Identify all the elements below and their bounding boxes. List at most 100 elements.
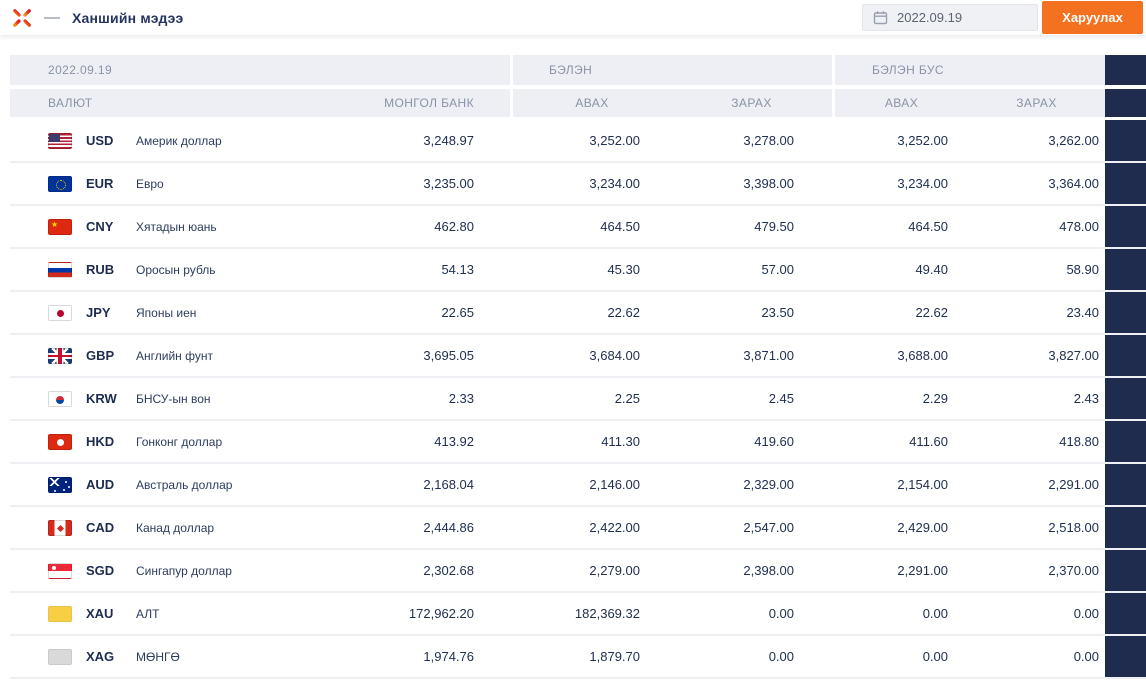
column-header-cash-buy: АВАХ [510,89,671,117]
rate-cash-sell: 0.00 [768,606,794,621]
column-header-currency: ВАЛЮТ [10,89,280,117]
currency-flag-icon [48,433,72,450]
rate-cash-sell: 3,278.00 [743,133,794,148]
table-right-rail [1105,421,1146,462]
rate-cash-buy: 464.50 [600,219,640,234]
currency-flag-icon [48,261,72,278]
rate-noncash-sell: 23.40 [1066,305,1099,320]
table-right-rail [1105,550,1146,591]
currency-name: Хятадын юань [136,219,217,234]
rate-cash-sell: 3,398.00 [743,176,794,191]
currency-flag-icon [48,648,72,665]
show-button[interactable]: Харуулах [1042,1,1143,34]
rate-cash-buy: 2.25 [614,391,640,406]
currency-code: GBP [86,348,115,363]
rate-cash-sell: 2,547.00 [743,520,794,535]
rate-noncash-sell: 58.90 [1066,262,1099,277]
table-right-rail [1105,464,1146,505]
rate-cash-buy: 182,369.32 [574,606,640,621]
rate-cash-sell: 2,398.00 [743,563,794,578]
currency-code: SGD [86,563,115,578]
rate-cash-buy: 1,879.70 [589,649,640,664]
table-right-rail [1105,249,1146,290]
column-header-noncash-buy: АВАХ [832,89,968,117]
currency-name: Америк доллар [136,133,222,148]
rate-cash-buy: 3,252.00 [589,133,640,148]
date-value: 2022.09.19 [897,10,963,25]
currency-flag-icon [48,175,72,192]
table-right-rail [1105,120,1146,161]
rate-noncash-buy: 3,234.00 [897,176,948,191]
currency-name: Австраль доллар [136,477,233,492]
rate-noncash-buy: 2.29 [922,391,948,406]
calendar-icon [873,11,888,25]
table-row: GBP Английн фунт 3,695.05 3,684.00 3,871… [10,335,1146,378]
rate-cash-sell: 419.60 [754,434,794,449]
currency-code: KRW [86,391,117,406]
rate-mongol-bank: 2,302.68 [423,563,474,578]
currency-flag-icon [48,519,72,536]
rate-noncash-sell: 2,291.00 [1048,477,1099,492]
currency-flag-icon [48,562,72,579]
currency-code: USD [86,133,114,148]
table-right-rail [1105,206,1146,247]
column-header-cash-sell: ЗАРАХ [671,89,832,117]
currency-code: XAG [86,649,115,664]
table-right-rail [1105,292,1146,333]
rate-mongol-bank: 2,168.04 [423,477,474,492]
rate-cash-buy: 3,234.00 [589,176,640,191]
currency-name: Английн фунт [136,348,213,363]
currency-code: JPY [86,305,111,320]
column-header-noncash-sell: ЗАРАХ [968,89,1105,117]
currency-name: Японы иен [136,305,197,320]
rate-noncash-sell: 2,518.00 [1048,520,1099,535]
table-right-rail [1105,507,1146,548]
currency-cell: XAU АЛТ [10,605,280,622]
rate-cash-sell: 2.45 [768,391,794,406]
date-picker[interactable]: 2022.09.19 [862,4,1038,31]
rate-noncash-sell: 478.00 [1059,219,1099,234]
currency-cell: AUD Австраль доллар [10,476,280,493]
rate-mongol-bank: 413.92 [434,434,474,449]
currency-code: RUB [86,262,115,277]
currency-flag-icon [48,390,72,407]
currency-cell: GBP Английн фунт [10,347,280,364]
rate-noncash-buy: 464.50 [908,219,948,234]
currency-flag-icon [48,605,72,622]
table-row: JPY Японы иен 22.65 22.62 23.50 22.62 23… [10,292,1146,335]
currency-cell: CAD Канад доллар [10,519,280,536]
table-right-rail [1105,163,1146,204]
topbar: Ханшийн мэдээ 2022.09.19 Харуулах [0,0,1146,35]
rate-cash-buy: 45.30 [607,262,640,277]
column-header-row: ВАЛЮТ МОНГОЛ БАНК АВАХ ЗАРАХ АВАХ ЗАРАХ [10,89,1146,117]
rate-noncash-buy: 2,154.00 [897,477,948,492]
rate-cash-sell: 0.00 [768,649,794,664]
table-body: USD Америк доллар 3,248.97 3,252.00 3,27… [10,120,1146,679]
group-header-row: 2022.09.19 БЭЛЭН БЭЛЭН БУС [10,55,1146,85]
table-right-rail [1105,636,1146,677]
currency-name: Оросын рубль [136,262,216,277]
column-header-mongol-bank: МОНГОЛ БАНК [280,89,510,117]
table-row: XAU АЛТ 172,962.20 182,369.32 0.00 0.00 … [10,593,1146,636]
rate-noncash-buy: 0.00 [922,649,948,664]
rate-cash-buy: 2,146.00 [589,477,640,492]
rate-cash-sell: 2,329.00 [743,477,794,492]
rate-mongol-bank: 3,235.00 [423,176,474,191]
currency-cell: JPY Японы иен [10,304,280,321]
rate-cash-buy: 2,279.00 [589,563,640,578]
currency-cell: USD Америк доллар [10,132,280,149]
rate-noncash-buy: 3,252.00 [897,133,948,148]
rate-mongol-bank: 2.33 [448,391,474,406]
rate-noncash-sell: 3,827.00 [1048,348,1099,363]
rate-cash-buy: 2,422.00 [589,520,640,535]
table-row: HKD Гонконг доллар 413.92 411.30 419.60 … [10,421,1146,464]
currency-flag-icon [48,218,72,235]
currency-cell: SGD Сингапур доллар [10,562,280,579]
rate-cash-sell: 3,871.00 [743,348,794,363]
rate-mongol-bank: 22.65 [441,305,474,320]
rate-cash-buy: 22.62 [607,305,640,320]
currency-name: Сингапур доллар [136,563,232,578]
currency-flag-icon [48,347,72,364]
table-row: USD Америк доллар 3,248.97 3,252.00 3,27… [10,120,1146,163]
rate-noncash-sell: 0.00 [1073,606,1099,621]
